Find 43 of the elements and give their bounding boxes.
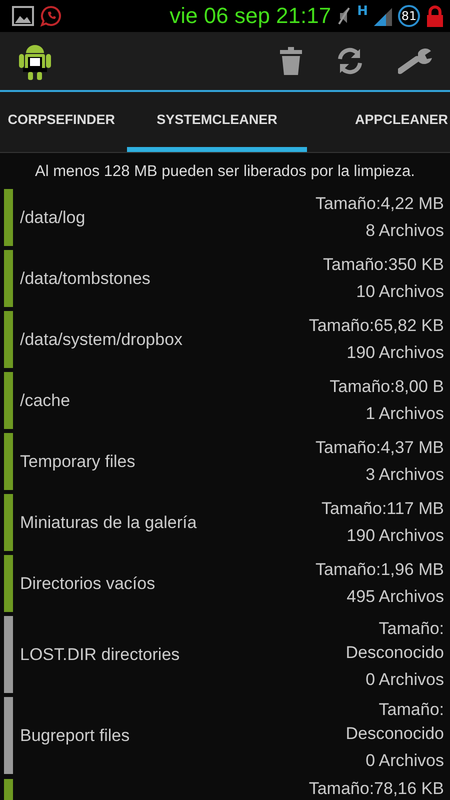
clock: vie 06 sep 21:17 (170, 3, 332, 29)
item-name: Temporary files (20, 452, 136, 472)
muted-icon (337, 6, 352, 26)
wrench-icon[interactable] (398, 47, 432, 75)
item-size: Tamaño:350 KB (323, 254, 444, 276)
item-name: LOST.DIR directories (20, 644, 181, 664)
item-size: Tamaño:4,37 MB (315, 437, 444, 459)
item-count: 3 Archivos (366, 464, 444, 486)
item-size: Tamaño: Desconocido (346, 618, 444, 664)
item-name: Bugreport files (20, 726, 131, 746)
item-name: Directorios vacíos (20, 574, 156, 594)
lock-icon (426, 5, 444, 27)
item-name: /data/system/dropbox (20, 330, 184, 350)
item-name: /cache (20, 390, 72, 410)
item-count: 8 Archivos (366, 220, 444, 242)
trash-icon[interactable] (280, 47, 302, 75)
item-count: 190 Archivos (346, 342, 444, 364)
item-count: 0 Archivos (366, 750, 444, 772)
item-size: Tamaño:78,16 KB (308, 778, 444, 800)
image-icon (12, 6, 34, 26)
item-size: Tamaño: Desconocido (346, 699, 444, 745)
item-size: Tamaño:65,82 KB (308, 315, 444, 337)
battery-indicator: 81 (398, 5, 420, 27)
item-name: /data/tombstones (20, 268, 152, 288)
network-type: H (357, 4, 368, 19)
summary-text: Al menos 128 MB pueden ser liberados por la limpieza. (34, 162, 416, 182)
item-count: 495 Archivos (346, 586, 444, 608)
item-count: 190 Archivos (346, 525, 444, 547)
tab[interactable]: CORPSEFINDER (0, 92, 127, 152)
item-count: 10 Archivos (356, 281, 444, 303)
tab[interactable]: APPCLEANER (307, 92, 450, 152)
refresh-icon[interactable] (336, 47, 364, 75)
item-size: Tamaño:8,00 B (330, 376, 444, 398)
item-size: Tamaño:1,96 MB (315, 559, 444, 581)
item-name: Miniaturas de la galería (20, 512, 198, 532)
signal-icon (374, 6, 392, 26)
tab[interactable]: SYSTEMCLEANER (127, 92, 307, 152)
item-size: Tamaño:4,22 MB (315, 193, 444, 215)
item-name: /data/log (20, 208, 86, 228)
item-count: 0 Archivos (366, 669, 444, 691)
item-size: Tamaño:117 MB (321, 498, 444, 520)
phone-bubble-icon (40, 5, 62, 27)
item-count: 1 Archivos (366, 403, 444, 425)
